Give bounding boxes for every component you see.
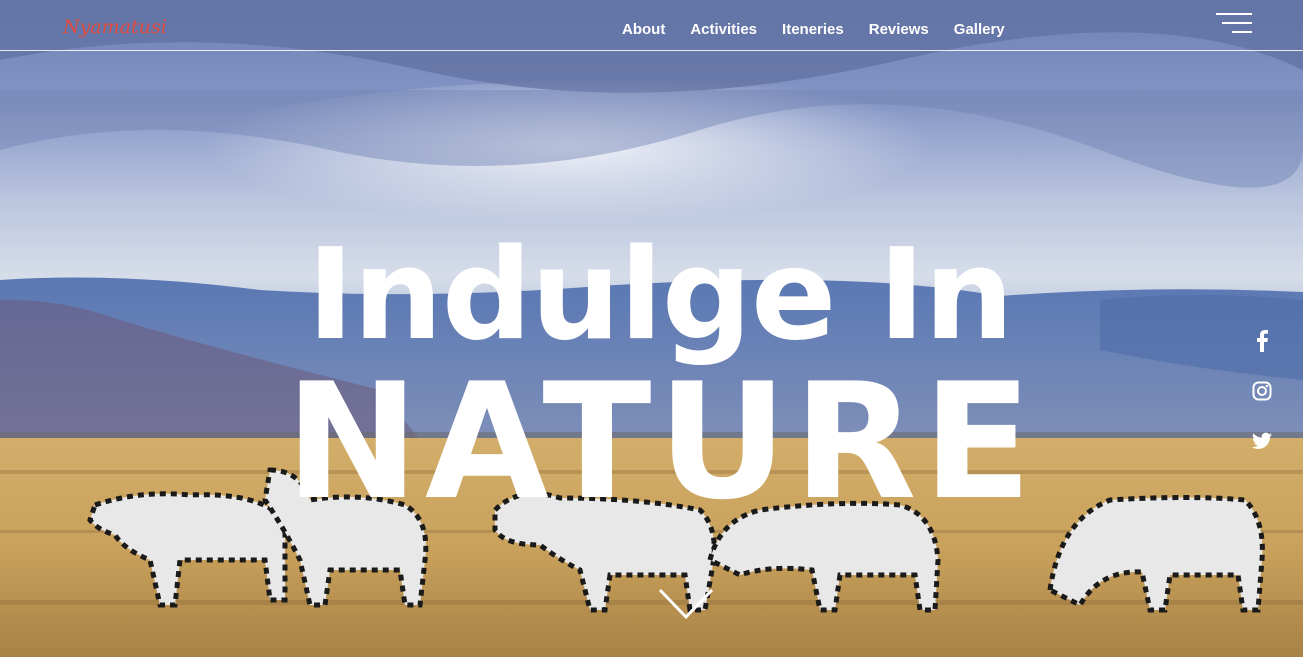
twitter-icon[interactable]: [1251, 430, 1273, 452]
chevron-down-icon[interactable]: [657, 586, 715, 622]
hamburger-icon[interactable]: [1216, 13, 1252, 35]
hero-headline-line2: NATURE: [285, 348, 1038, 535]
nav-iteneries[interactable]: Iteneries: [782, 21, 844, 38]
brand-logo[interactable]: Nyamatusi: [63, 16, 167, 38]
instagram-icon[interactable]: [1251, 380, 1273, 402]
nav-activities[interactable]: Activities: [690, 21, 757, 38]
facebook-icon[interactable]: [1251, 330, 1273, 352]
nav-about[interactable]: About: [622, 21, 665, 38]
hero-section: Nyamatusi About Activities Iteneries Rev…: [0, 0, 1303, 657]
nav-reviews[interactable]: Reviews: [869, 21, 929, 38]
top-navbar: Nyamatusi About Activities Iteneries Rev…: [0, 0, 1303, 51]
main-nav: About Activities Iteneries Reviews Galle…: [622, 21, 1030, 38]
nav-gallery[interactable]: Gallery: [954, 21, 1005, 38]
hero-headline-line1: Indulge In: [307, 221, 1014, 368]
